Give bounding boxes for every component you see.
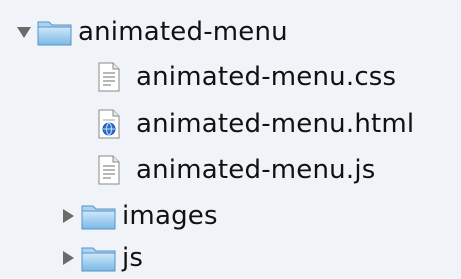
tree-item-label: animated-menu.html	[136, 109, 415, 139]
disclosure-triangle-collapsed-icon[interactable]	[58, 206, 78, 226]
tree-item-label: animated-menu.css	[136, 62, 397, 92]
disclosure-triangle-expanded-icon[interactable]	[14, 22, 34, 42]
text-document-icon	[98, 155, 120, 185]
tree-item-label: js	[122, 243, 144, 273]
tree-item-animated-menu-css[interactable]: animated-menu.css	[96, 57, 396, 97]
tree-item-js[interactable]: js	[58, 238, 143, 278]
tree-item-animated-menu-html[interactable]: animated-menu.html	[96, 104, 414, 144]
folder-icon	[37, 21, 72, 46]
html-document-icon	[98, 109, 120, 139]
file-tree: animated-menu animated-menu.css animated…	[0, 0, 461, 279]
tree-item-label: animated-menu	[78, 17, 288, 47]
tree-item-label: animated-menu.js	[136, 155, 376, 185]
tree-item-animated-menu-js[interactable]: animated-menu.js	[96, 150, 376, 190]
disclosure-triangle-collapsed-icon[interactable]	[58, 248, 78, 268]
tree-item-images[interactable]: images	[58, 196, 218, 236]
tree-item-label: images	[122, 201, 218, 231]
text-document-icon	[98, 62, 120, 92]
tree-item-animated-menu[interactable]: animated-menu	[14, 12, 288, 52]
folder-icon	[81, 205, 116, 230]
folder-icon	[81, 247, 116, 272]
